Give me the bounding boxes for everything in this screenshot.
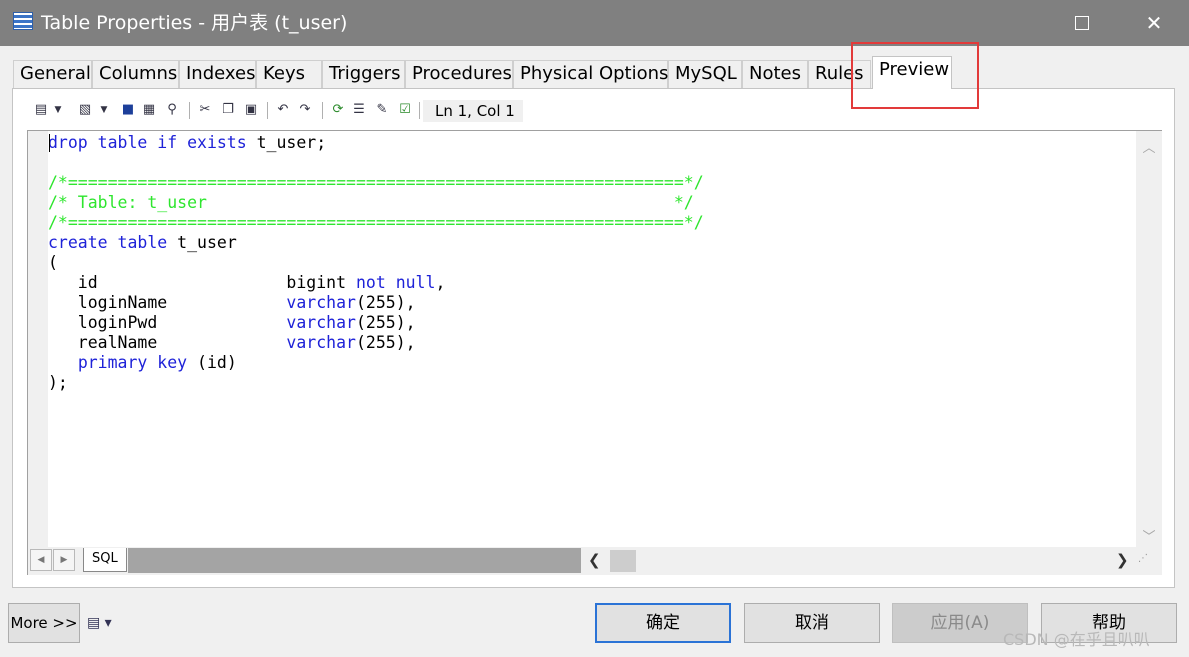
- scroll-down-icon[interactable]: ﹀: [1136, 526, 1162, 545]
- sql-text: id bigint: [48, 273, 356, 292]
- tab-mysql[interactable]: MySQL: [668, 60, 742, 88]
- toolbar-separator: [189, 102, 190, 119]
- code-line: /* Table: t_user */: [48, 193, 704, 213]
- check-icon[interactable]: ☑: [397, 102, 413, 118]
- scroll-right-icon[interactable]: ❯: [1116, 551, 1129, 569]
- code-line: id bigint not null,: [48, 273, 704, 293]
- sql-keyword: varchar: [286, 293, 356, 312]
- sql-text: );: [48, 373, 68, 392]
- tab-procedures[interactable]: Procedures: [405, 60, 513, 88]
- text-cursor: [49, 134, 50, 152]
- sql-keyword: varchar: [286, 313, 356, 332]
- sql-comment: /* Table: t_user */: [48, 193, 694, 212]
- code-line: create table t_user: [48, 233, 704, 253]
- tab-general[interactable]: General: [13, 60, 92, 88]
- sql-text: (255),: [355, 333, 416, 352]
- find-icon[interactable]: ⚲: [164, 102, 180, 118]
- chevron-down-icon[interactable]: ▼: [99, 102, 109, 118]
- toolbar-separator: [322, 102, 323, 119]
- scroll-left-icon[interactable]: ❮: [588, 551, 601, 569]
- sql-tab[interactable]: SQL: [83, 548, 127, 572]
- tab-area: [128, 548, 581, 573]
- sql-text: (: [48, 253, 58, 272]
- ok-button[interactable]: 确定: [595, 603, 731, 643]
- tab-columns[interactable]: Columns: [92, 60, 179, 88]
- sql-keyword: drop table if exists: [48, 133, 247, 152]
- tab-prev-button[interactable]: ◀: [30, 549, 52, 571]
- code-line: drop table if exists t_user;: [48, 133, 704, 153]
- horizontal-scrollbar[interactable]: ❮ ❯: [584, 547, 1134, 575]
- chevron-down-icon[interactable]: ▼: [53, 102, 63, 118]
- code-line: (: [48, 253, 704, 273]
- sql-text: loginName: [48, 293, 287, 312]
- sql-text: (255),: [355, 313, 416, 332]
- sql-code[interactable]: drop table if exists t_user; /*==========…: [48, 133, 704, 393]
- tab-notes[interactable]: Notes: [742, 60, 808, 88]
- watermark: CSDN @在乎且叭叭: [1003, 630, 1150, 649]
- tab-keys[interactable]: Keys: [256, 60, 322, 88]
- editor-bottom-bar: ◀ ▶ SQL ❮ ❯ ⋰: [28, 547, 1162, 575]
- code-line: /*======================================…: [48, 213, 704, 233]
- table-icon: [13, 12, 33, 30]
- redo-icon[interactable]: ↷: [297, 102, 313, 118]
- sql-text: ,: [435, 273, 446, 292]
- vertical-scrollbar[interactable]: ︿ ﹀: [1136, 131, 1162, 547]
- code-line: loginName varchar(255),: [48, 293, 704, 313]
- sql-comment: /*======================================…: [48, 213, 704, 232]
- sql-text: (id): [187, 353, 237, 372]
- sql-keyword: primary key: [77, 353, 188, 372]
- tab-rules[interactable]: Rules: [808, 60, 871, 88]
- sql-text: loginPwd: [48, 313, 287, 332]
- scrollbar-thumb[interactable]: [610, 550, 636, 572]
- code-line: primary key (id): [48, 353, 704, 373]
- code-line: );: [48, 373, 704, 393]
- cut-icon[interactable]: ✂: [197, 102, 213, 118]
- paste-icon[interactable]: ▣: [243, 102, 259, 118]
- tab-indexes[interactable]: Indexes: [179, 60, 256, 88]
- sql-text: t_user;: [246, 133, 327, 152]
- print-icon[interactable]: ▦: [141, 102, 157, 118]
- sql-keyword: varchar: [286, 333, 356, 352]
- cancel-button[interactable]: 取消: [744, 603, 880, 643]
- editor-gutter: [28, 131, 48, 547]
- sql-comment: /*======================================…: [48, 173, 704, 192]
- maximize-button[interactable]: [1059, 0, 1105, 46]
- document-menu-icon[interactable]: ▤: [33, 102, 49, 118]
- more-button[interactable]: More >>: [8, 603, 80, 643]
- sql-editor[interactable]: drop table if exists t_user; /*==========…: [27, 130, 1162, 575]
- toolbar-separator: [419, 102, 420, 119]
- tab-physical-options[interactable]: Physical Options: [513, 60, 668, 88]
- close-button[interactable]: ✕: [1131, 0, 1177, 46]
- refresh-icon[interactable]: ⟳: [330, 102, 346, 118]
- edit-menu-icon[interactable]: ▧: [77, 102, 93, 118]
- copy-icon[interactable]: ❐: [220, 102, 236, 118]
- options-menu-icon[interactable]: ▤ ▾: [87, 612, 123, 634]
- window-title: Table Properties - 用户表 (t_user): [41, 12, 348, 34]
- sql-text: realName: [48, 333, 287, 352]
- cursor-position-status: Ln 1, Col 1: [423, 100, 523, 122]
- tab-next-button[interactable]: ▶: [53, 549, 75, 571]
- tab-preview[interactable]: Preview: [872, 56, 952, 89]
- sql-text: (255),: [355, 293, 416, 312]
- sql-text: t_user: [167, 233, 237, 252]
- close-icon: ✕: [1145, 11, 1163, 35]
- list-icon[interactable]: ☰: [351, 102, 367, 118]
- undo-icon[interactable]: ↶: [275, 102, 291, 118]
- maximize-icon: [1075, 16, 1089, 30]
- tab-triggers[interactable]: Triggers: [322, 60, 405, 88]
- scroll-up-icon[interactable]: ︿: [1136, 137, 1162, 156]
- title-bar: Table Properties - 用户表 (t_user) ✕: [0, 0, 1189, 46]
- code-line: /*======================================…: [48, 173, 704, 193]
- sql-keyword: create table: [48, 233, 168, 252]
- edit-icon[interactable]: ✎: [374, 102, 390, 118]
- code-line: loginPwd varchar(255),: [48, 313, 704, 333]
- toolbar-separator: [267, 102, 268, 119]
- save-icon[interactable]: ■: [120, 102, 136, 118]
- sql-keyword: not null: [355, 273, 436, 292]
- code-line: realName varchar(255),: [48, 333, 704, 353]
- resize-grip-icon[interactable]: ⋰: [1138, 553, 1158, 571]
